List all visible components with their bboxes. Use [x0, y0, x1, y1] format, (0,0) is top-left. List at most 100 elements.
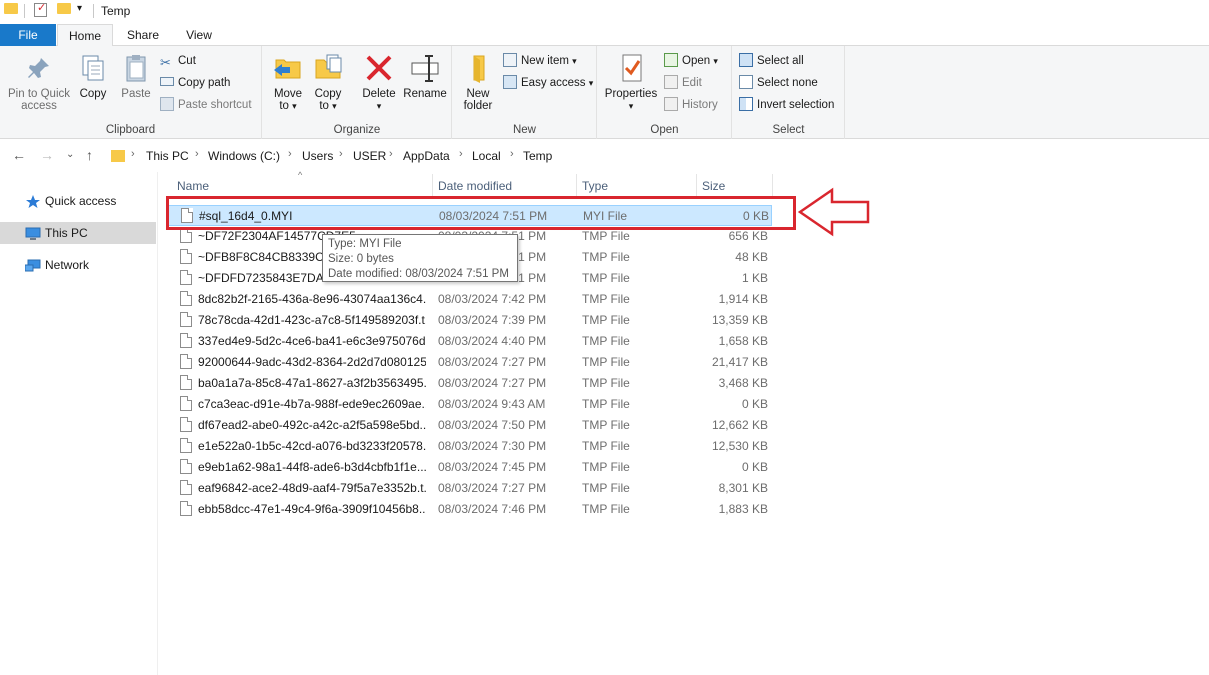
copy-button[interactable]: Copy	[76, 52, 110, 100]
pin-label-line1: Pin to Quick	[8, 88, 70, 100]
organize-group: Move to ▾ Copy to ▾ Delete ▾ Rename Orga…	[263, 46, 452, 139]
address-bar[interactable]: › This PC › Windows (C:) › Users › USER …	[106, 145, 1206, 167]
nav-item-quick-access[interactable]: Quick access	[0, 190, 156, 212]
table-row[interactable]: ebb58dcc-47e1-49c4-9f6a-3909f10456b8....…	[168, 499, 772, 520]
tab-home[interactable]: Home	[57, 24, 113, 47]
table-row[interactable]: ba0a1a7a-85c8-47a1-8627-a3f2b3563495....…	[168, 373, 772, 394]
file-list: ^ Name Date modified Type Size #sql_16d4…	[160, 170, 1209, 675]
cell-date: 08/03/2024 7:30 PM	[438, 439, 547, 453]
select-all-button[interactable]: Select all	[739, 51, 804, 71]
table-row[interactable]: 78c78cda-42d1-423c-a7c8-5f149589203f.t..…	[168, 310, 772, 331]
forward-arrow-icon[interactable]: →	[40, 147, 54, 163]
breadcrumb-separator-icon[interactable]: ›	[459, 148, 463, 160]
clipboard-group-label: Clipboard	[105, 124, 156, 136]
recent-locations-chevron-icon[interactable]: ⌄	[66, 149, 74, 160]
new-item-button[interactable]: New item ▾	[503, 51, 577, 71]
ribbon: Pin to Quick access Copy Paste ✂ Cut Copy…	[0, 46, 1209, 139]
column-divider[interactable]	[432, 174, 433, 196]
breadcrumb-item[interactable]: AppData	[403, 149, 450, 163]
table-row[interactable]: 92000644-9adc-43d2-8364-2d2d7d080125... 0…	[168, 352, 772, 373]
breadcrumb-separator-icon[interactable]: ›	[339, 148, 343, 160]
move-to-icon	[272, 52, 304, 84]
table-row[interactable]: e1e522a0-1b5c-42cd-a076-bd3233f20578....…	[168, 436, 772, 457]
column-divider[interactable]	[696, 174, 697, 196]
breadcrumb-item[interactable]: Local	[472, 149, 501, 163]
rename-button[interactable]: Rename	[403, 52, 447, 100]
network-icon	[24, 258, 41, 272]
cut-button[interactable]: ✂ Cut	[160, 51, 196, 71]
delete-button[interactable]: Delete ▾	[359, 52, 399, 112]
column-header-type[interactable]: Type	[582, 178, 608, 198]
table-row[interactable]: eaf96842-ace2-48d9-aaf4-79f5a7e3352b.t..…	[168, 478, 772, 499]
copy-to-button[interactable]: Copy to ▾	[311, 52, 345, 112]
clipboard-group: Pin to Quick access Copy Paste ✂ Cut Copy…	[0, 46, 262, 139]
up-arrow-icon[interactable]: ↑	[86, 147, 93, 163]
breadcrumb-item[interactable]: Users	[302, 149, 333, 163]
properties-button[interactable]: Properties ▾	[602, 52, 660, 112]
cell-date: 08/03/2024 7:39 PM	[438, 313, 547, 327]
copy-path-button[interactable]: Copy path	[160, 73, 230, 93]
file-icon	[180, 438, 192, 453]
column-divider[interactable]	[576, 174, 577, 196]
column-header-size[interactable]: Size	[702, 178, 725, 198]
table-row[interactable]: e9eb1a62-98a1-44f8-ade6-b3d4cbfb1f1e....…	[168, 457, 772, 478]
invert-selection-button[interactable]: Invert selection	[739, 95, 834, 115]
file-icon	[180, 333, 192, 348]
breadcrumb-separator-icon[interactable]: ›	[510, 148, 514, 160]
select-none-button[interactable]: Select none	[739, 73, 818, 93]
edit-label: Edit	[682, 77, 702, 89]
breadcrumb-separator-icon[interactable]: ›	[389, 148, 393, 160]
cell-size: 0 KB	[741, 460, 768, 474]
file-icon	[180, 396, 192, 411]
cell-type: TMP File	[582, 460, 630, 474]
paste-button[interactable]: Paste	[118, 52, 154, 100]
tab-share[interactable]: Share	[118, 24, 168, 46]
table-row[interactable]: c7ca3eac-d91e-4b7a-988f-ede9ec2609ae....…	[168, 394, 772, 415]
paste-label: Paste	[121, 88, 151, 100]
chevron-down-icon: ▾	[572, 56, 577, 66]
open-button[interactable]: Open ▾	[664, 51, 718, 71]
pin-to-quick-access-button[interactable]: Pin to Quick access	[6, 52, 72, 112]
cell-type: TMP File	[582, 229, 630, 243]
chevron-down-icon: ▾	[588, 78, 594, 88]
star-icon	[25, 194, 41, 208]
easy-access-button[interactable]: Easy access ▾	[503, 73, 593, 93]
file-icon	[180, 354, 192, 369]
address-row: ← → ⌄ ↑ › This PC › Windows (C:) › Users…	[0, 140, 1209, 172]
properties-quick-icon[interactable]: ✓	[34, 2, 47, 17]
nav-item-this-pc[interactable]: This PC	[0, 222, 156, 244]
column-header-name[interactable]: Name	[177, 178, 209, 198]
nav-item-network[interactable]: Network	[0, 254, 156, 276]
breadcrumb-item[interactable]: Temp	[523, 149, 552, 163]
new-folder-button[interactable]: New folder	[459, 52, 497, 112]
history-button[interactable]: History	[664, 95, 718, 115]
column-header-date[interactable]: Date modified	[438, 178, 512, 198]
folder-icon	[4, 3, 18, 14]
column-divider[interactable]	[772, 174, 773, 196]
table-row[interactable]: 337ed4e9-5d2c-4ce6-ba41-e6c3e975076d... 0…	[168, 331, 772, 352]
breadcrumb-separator-icon[interactable]: ›	[131, 148, 135, 160]
cell-name: e9eb1a62-98a1-44f8-ade6-b3d4cbfb1f1e....	[198, 460, 426, 474]
computer-icon	[25, 226, 41, 240]
breadcrumb-item[interactable]: USER	[353, 149, 386, 163]
edit-button[interactable]: Edit	[664, 73, 702, 93]
move-to-button[interactable]: Move to ▾	[271, 52, 305, 112]
chevron-down-icon[interactable]: ▾	[77, 3, 82, 14]
file-info-tooltip: Type: MYI File Size: 0 bytes Date modifi…	[322, 234, 518, 282]
file-icon	[180, 291, 192, 306]
breadcrumb-item[interactable]: This PC	[146, 149, 189, 163]
breadcrumb-separator-icon[interactable]: ›	[288, 148, 292, 160]
window-title: Temp	[101, 4, 131, 18]
table-row[interactable]: 8dc82b2f-2165-436a-8e96-43074aa136c4....…	[168, 289, 772, 310]
back-arrow-icon[interactable]: ←	[12, 147, 26, 163]
paste-shortcut-button[interactable]: Paste shortcut	[160, 95, 252, 115]
new-folder-quick-icon[interactable]	[57, 3, 71, 14]
folder-icon	[111, 150, 125, 162]
breadcrumb-item[interactable]: Windows (C:)	[208, 149, 280, 163]
cell-size: 1,658 KB	[718, 334, 768, 348]
tab-file[interactable]: File	[0, 24, 56, 46]
table-row[interactable]: df67ead2-abe0-492c-a42c-a2f5a598e5bd....…	[168, 415, 772, 436]
breadcrumb-separator-icon[interactable]: ›	[195, 148, 199, 160]
tab-view[interactable]: View	[176, 24, 222, 46]
new-group: New folder New item ▾ Easy access ▾ New	[453, 46, 597, 139]
